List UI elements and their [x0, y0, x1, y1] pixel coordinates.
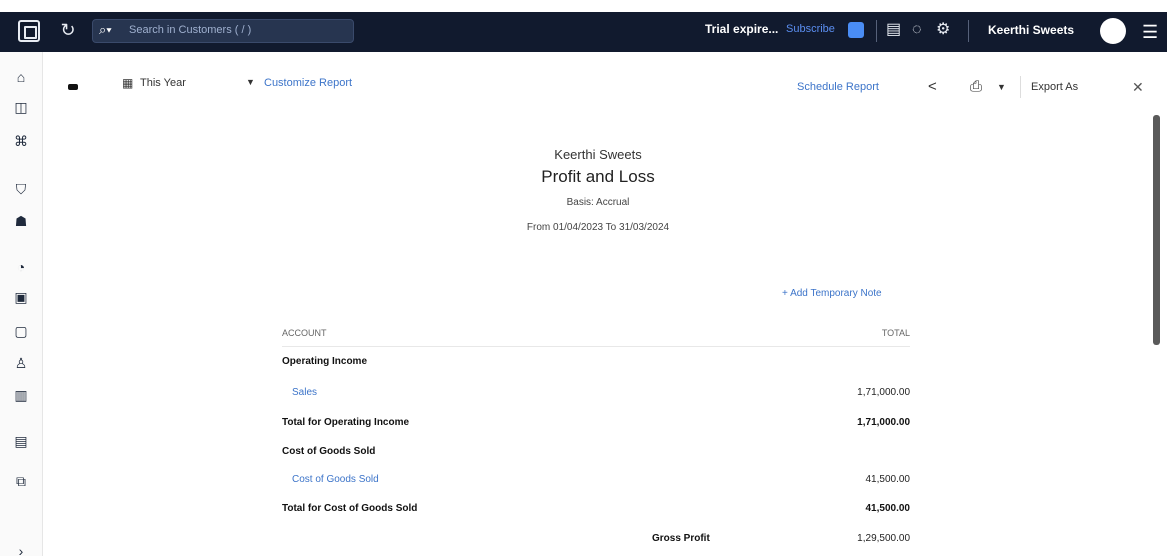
table-row: Total for Operating Income 1,71,000.00	[282, 411, 910, 435]
avatar[interactable]	[1100, 18, 1126, 44]
sidebar-item-time-icon[interactable]: ◔	[12, 258, 30, 276]
row-value: 41,500.00	[865, 474, 911, 485]
sidebar-item-sales-icon[interactable]: ⛉	[12, 180, 30, 198]
column-header-total: TOTAL	[881, 328, 910, 338]
report-body: Keerthi Sweets Profit and Loss Basis: Ac…	[42, 112, 1153, 556]
row-value: 41,500.00	[865, 503, 911, 514]
sidebar-item-items-icon[interactable]: ◫	[12, 98, 30, 116]
bell-icon[interactable]: ◌	[912, 20, 922, 40]
calendar-icon: ▦	[122, 76, 134, 90]
divider	[282, 346, 910, 347]
export-label: Export As	[1031, 81, 1079, 93]
trial-expiry-text: Trial expire...	[705, 22, 779, 36]
search-box[interactable]: ⌕▾ Search in Customers ( / )	[92, 19, 354, 43]
share-icon[interactable]: <	[928, 78, 937, 95]
period-label: This Year	[140, 77, 186, 89]
sidebar-item-accountant-icon[interactable]: ▣	[12, 288, 30, 306]
close-icon[interactable]: ✕	[1132, 79, 1144, 96]
row-label: Total for Cost of Goods Sold	[282, 503, 418, 514]
print-icon[interactable]: ⎙	[970, 78, 982, 95]
period-dropdown[interactable]: ▦ This Year ▼	[122, 74, 262, 94]
table-row: Cost of Goods Sold	[282, 440, 910, 464]
chevron-down-icon[interactable]: ▼	[997, 82, 1006, 92]
sidebar-item-apps-icon[interactable]: ⧉	[12, 472, 30, 490]
sidebar-expand-icon[interactable]: ›	[12, 542, 30, 560]
report-basis: Basis: Accrual	[566, 197, 630, 208]
organization-switcher[interactable]: Keerthi Sweets	[988, 23, 1074, 37]
table-row: Cost of Goods Sold 41,500.00	[282, 468, 910, 492]
settings-icon[interactable]: ⚙	[936, 20, 950, 40]
vertical-scrollbar[interactable]	[1153, 115, 1160, 345]
sidebar-item-home-icon[interactable]: ⌂	[12, 68, 30, 86]
chevron-down-icon: ▼	[246, 77, 255, 87]
sidebar-item-documents-icon[interactable]: ▢	[12, 322, 30, 340]
row-label-link[interactable]: Cost of Goods Sold	[292, 474, 379, 485]
sidebar-item-reports-icon[interactable]: ▥	[12, 386, 30, 404]
row-label: Cost of Goods Sold	[282, 446, 376, 457]
calendar-icon[interactable]: ▤	[886, 20, 901, 40]
notification-badge-icon[interactable]	[848, 22, 864, 38]
search-input[interactable]: Search in Customers ( / )	[129, 24, 251, 36]
row-label: Total for Operating Income	[282, 417, 410, 428]
refresh-icon[interactable]: ↻	[58, 20, 78, 40]
sidebar-item-eway-icon[interactable]: ▤	[12, 432, 30, 450]
report-company: Keerthi Sweets	[554, 147, 642, 162]
report-menu-icon[interactable]	[68, 84, 78, 90]
table-row: Total for Cost of Goods Sold 41,500.00	[282, 497, 910, 521]
customize-report-link[interactable]: Customize Report	[264, 77, 352, 89]
table-row: Sales 1,71,000.00	[282, 381, 910, 405]
column-header-account: ACCOUNT	[282, 328, 327, 338]
top-strip	[0, 0, 1167, 12]
report-toolbar: ▦ This Year ▼ Customize Report Schedule …	[42, 52, 1167, 112]
export-dropdown[interactable]: Export As	[1020, 76, 1097, 98]
table-row: Operating Income	[282, 350, 910, 374]
row-label: Operating Income	[282, 356, 368, 367]
row-value: 1,71,000.00	[857, 387, 910, 398]
sidebar-item-banking-icon[interactable]: ⌘	[12, 132, 30, 150]
row-value: 1,71,000.00	[857, 417, 910, 428]
app-menu-icon[interactable]: ☰	[1142, 22, 1158, 43]
app-logo-icon[interactable]	[18, 20, 40, 42]
subscribe-link[interactable]: Subscribe	[786, 23, 835, 35]
search-icon[interactable]: ⌕▾	[99, 22, 112, 38]
row-label-link[interactable]: Sales	[292, 387, 317, 398]
report-date-range: From 01/04/2023 To 31/03/2024	[526, 222, 670, 233]
report-title: Profit and Loss	[541, 167, 655, 186]
sidebar-item-contacts-icon[interactable]: ♙	[12, 354, 30, 372]
schedule-report-link[interactable]: Schedule Report	[797, 81, 879, 93]
add-temporary-note-link[interactable]: + Add Temporary Note	[782, 288, 882, 299]
topbar-divider	[968, 20, 969, 42]
top-bar-inner: ↻ ⌕▾ Search in Customers ( / ) Trial exp…	[10, 14, 1158, 48]
top-navigation-bar: ↻ ⌕▾ Search in Customers ( / ) Trial exp…	[0, 0, 1167, 52]
row-value: 1,29,500.00	[857, 533, 910, 544]
topbar-divider	[876, 20, 877, 42]
row-label: Gross Profit	[652, 533, 710, 544]
sidebar-item-purchases-icon[interactable]: ☗	[12, 212, 30, 230]
table-row: Gross Profit 1,29,500.00	[282, 527, 910, 551]
table-header: ACCOUNT TOTAL	[282, 322, 910, 346]
sidebar: ⌂ ◫ ⌘ ⛉ ☗ ◔ ▣ ▢ ♙ ▥ ▤ ⧉ ›	[0, 52, 43, 559]
